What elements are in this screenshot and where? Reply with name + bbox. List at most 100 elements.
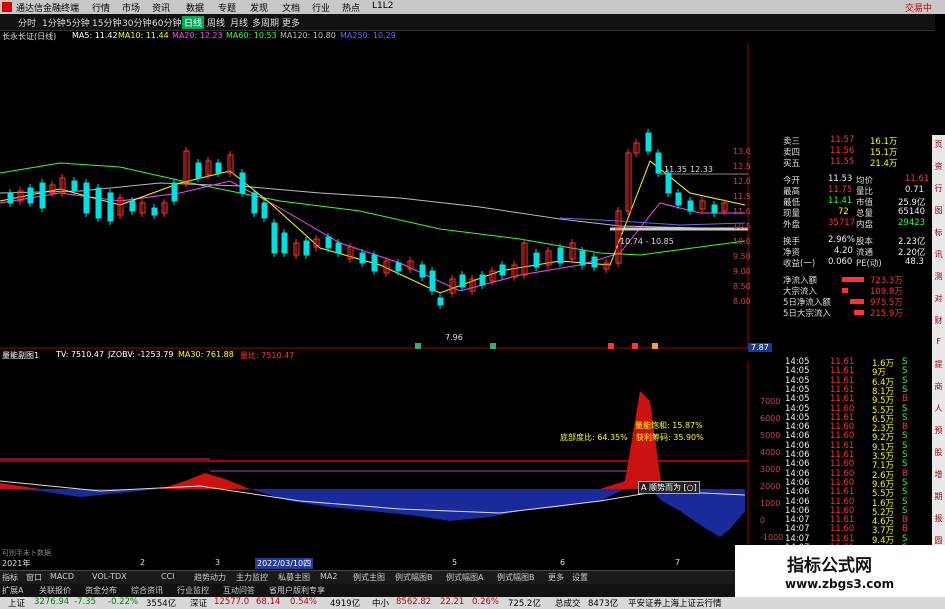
period-tab[interactable]: 多周期 — [252, 16, 279, 29]
menu-item[interactable]: 资讯 — [152, 1, 170, 14]
indicator-tab[interactable]: CCI — [161, 572, 175, 581]
candle-body — [359, 252, 366, 264]
sidebar-button[interactable]: 讯 — [933, 249, 944, 260]
index-pct: -0.22% — [108, 597, 139, 607]
title-bar: 通达信金融终端 行情 市场 资讯 数据 专题 发现 文档 行业 热点 L1L2 … — [0, 0, 945, 14]
menu-item[interactable]: 行情 — [92, 1, 110, 14]
index-name: 中小 — [372, 599, 390, 609]
indicator-tab[interactable]: 例式主图 — [353, 572, 385, 583]
indicator-tab[interactable]: 例式幅图B — [497, 572, 535, 583]
period-tab[interactable]: 月线 — [230, 16, 248, 29]
index-change: 22.21 — [440, 597, 465, 607]
candle-body — [71, 180, 78, 192]
price-axis-label: 11.50 — [733, 192, 750, 201]
sidebar-button[interactable]: 预 — [933, 425, 944, 436]
sidebar-button[interactable]: 页 — [933, 139, 944, 150]
period-tab[interactable]: 周线 — [207, 16, 225, 29]
indicator-tv: TV: 7510.47 — [56, 350, 105, 359]
indicator-tab[interactable]: MACD — [50, 572, 74, 581]
sidebar-button[interactable]: 对 — [933, 293, 944, 304]
indicator-tab[interactable]: 趋势动力 — [194, 572, 226, 583]
sidebar-button[interactable]: 报 — [933, 513, 944, 524]
price-axis-label: 12.50 — [733, 162, 750, 171]
price-axis-label: 8.50 — [733, 282, 750, 291]
candle-body — [711, 204, 718, 214]
indicator-tab[interactable]: 例式幅图A — [446, 572, 483, 583]
period-tab[interactable]: 60分钟 — [152, 16, 181, 29]
sidebar-button[interactable]: 图 — [933, 205, 944, 216]
indicator-chart[interactable]: 7000 6000 5000 4000 3000 2000 1000 0 -1000 — [0, 361, 785, 557]
sidebar-button[interactable]: 期 — [933, 491, 944, 502]
menu-item[interactable]: 专题 — [218, 1, 236, 14]
indicator-tab[interactable]: 指标 — [2, 572, 18, 583]
index-value: 12577.0 — [214, 597, 250, 607]
period-tab-active[interactable]: 日线 — [182, 16, 205, 29]
indicator-axis-label: 3000 — [760, 465, 780, 474]
period-tab[interactable]: 30分钟 — [122, 16, 151, 29]
stat-value: 11.75 — [828, 185, 853, 195]
flow-bar — [854, 310, 864, 315]
extension-tab[interactable]: 扩展A — [2, 585, 23, 596]
indicator-tab[interactable]: MA2 — [320, 572, 337, 581]
extension-tab[interactable]: 关联报价 — [39, 585, 71, 596]
candle-body — [479, 274, 486, 286]
sidebar-button[interactable]: 资 — [933, 161, 944, 172]
indicator-tab[interactable]: VOL-TDX — [92, 572, 127, 581]
signal-box[interactable]: A 顺势而为 [○] — [638, 481, 700, 494]
sidebar-button[interactable]: 商 — [933, 381, 944, 392]
period-tab[interactable]: 分时 — [18, 16, 36, 29]
extension-tab[interactable]: 省用户版利专享 — [269, 585, 325, 596]
stat-value: 11.41 — [828, 196, 853, 206]
indicator-tab[interactable]: 私募主图 — [278, 572, 310, 583]
candle-body — [271, 222, 278, 254]
candle-body — [39, 182, 46, 209]
indicator-tab[interactable]: 窗口 — [26, 572, 42, 583]
time-label: 6 — [560, 558, 566, 567]
menu-item[interactable]: 热点 — [342, 1, 360, 14]
sidebar-button[interactable]: 股 — [933, 447, 944, 458]
period-tab[interactable]: 15分钟 — [92, 16, 121, 29]
period-tab[interactable]: 5分钟 — [66, 16, 90, 29]
menu-item[interactable]: 发现 — [250, 1, 268, 14]
kline-chart[interactable]: 13.00 12.50 12.00 11.50 11.00 10.50 10.00 9.50 9… — [0, 43, 750, 349]
menu-item[interactable]: 市场 — [122, 1, 140, 14]
sidebar-button[interactable]: 测 — [933, 271, 944, 282]
candle-body — [129, 200, 136, 212]
menu-item[interactable]: 数据 — [186, 1, 204, 14]
indicator-tab[interactable]: 更多 — [548, 572, 564, 583]
index-value: 3276.94 — [34, 597, 70, 607]
indicator-axis-label: 4000 — [760, 448, 780, 457]
candle-body — [239, 172, 246, 194]
menu-item[interactable]: 行业 — [312, 1, 330, 14]
sidebar-button[interactable]: 行 — [933, 183, 944, 194]
watermark-url: www.zbgs3.com — [785, 577, 895, 591]
candle-body — [371, 254, 378, 272]
stat-value: 4.20 — [834, 246, 853, 256]
indicator-tab[interactable]: 例式幅图B — [395, 572, 433, 583]
sidebar-button[interactable]: 人 — [933, 403, 944, 414]
candle-body — [27, 187, 34, 204]
candle-body — [437, 297, 444, 306]
sidebar-button[interactable]: F — [933, 337, 944, 348]
sidebar-button[interactable]: 提 — [933, 359, 944, 370]
period-tab[interactable]: 1分钟 — [42, 16, 66, 29]
indicator-tab[interactable]: 设置 — [572, 572, 588, 583]
period-toolbar: 分时 1分钟 5分钟 15分钟 30分钟 60分钟 日线 周线 月线 多周期 更… — [0, 14, 935, 31]
turnover-label: 总成交 — [555, 599, 581, 609]
menu-item[interactable]: 文档 — [282, 1, 300, 14]
trade-button[interactable]: 交易中 — [905, 1, 932, 14]
extension-tab[interactable]: 资金分布 — [85, 585, 117, 596]
extension-tab[interactable]: 互动问答 — [223, 585, 255, 596]
profit-chips-label: 获利筹码: 35.90% — [636, 433, 704, 442]
indicator-tab[interactable]: 主力监控 — [236, 572, 268, 583]
sidebar-button[interactable]: 财 — [933, 315, 944, 326]
sidebar-button[interactable]: 标 — [933, 227, 944, 238]
time-label-current: 2022/03/10四 — [255, 558, 314, 569]
extension-tab[interactable]: 行业监控 — [177, 585, 209, 596]
period-tab[interactable]: 更多 — [282, 16, 300, 29]
sidebar-button[interactable]: 增 — [933, 469, 944, 480]
extension-tab[interactable]: 综合资讯 — [131, 585, 163, 596]
indicator-volratio: 量比: 7510.47 — [240, 351, 295, 360]
candle-body — [335, 242, 342, 254]
menu-item[interactable]: L1L2 — [372, 1, 393, 11]
